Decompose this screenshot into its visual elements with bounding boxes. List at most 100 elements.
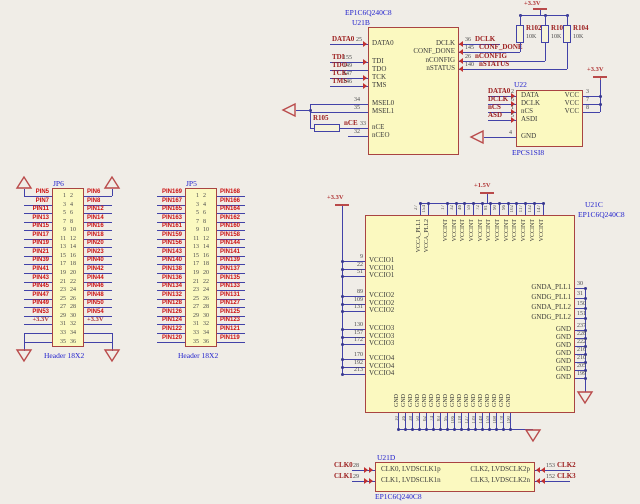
- wire: [567, 15, 568, 25]
- pin-number: 154: [422, 205, 427, 213]
- wire: [157, 213, 185, 214]
- pin-number: 81: [484, 205, 489, 210]
- header-pin-number: 31: [189, 321, 199, 327]
- pin-direction-arrow: [536, 478, 540, 484]
- header-net-label: PIN135: [220, 275, 240, 281]
- jp5-footprint-label: Header 18X2: [178, 352, 218, 360]
- header-pin-number: 35: [189, 339, 199, 345]
- u22-pin-label: DATA: [521, 92, 539, 99]
- pin-number: 106: [451, 416, 456, 424]
- junction-dot: [502, 428, 505, 431]
- wire: [217, 342, 245, 343]
- u21b-pin-label: DCLK: [403, 40, 455, 47]
- header-net-label: PIN122: [148, 326, 182, 332]
- pin-number: 210: [577, 355, 586, 361]
- pin-number: 33: [356, 121, 366, 127]
- resistor-body: [314, 124, 340, 132]
- header-pin-number: 36: [203, 339, 209, 345]
- header-net-label: PIN131: [220, 292, 240, 298]
- junction-dot: [341, 373, 344, 376]
- junction-dot: [397, 428, 400, 431]
- header-pin-number: 31: [56, 321, 66, 327]
- header-net-label: PIN159: [148, 232, 182, 238]
- u21b-pin-label: nCEO: [372, 132, 390, 139]
- header-net-label: PIN141: [220, 249, 240, 255]
- pin-direction-arrow: [363, 41, 367, 47]
- wire: [84, 247, 112, 248]
- header-pin-number: 7: [56, 219, 66, 225]
- header-net-label: PIN8: [87, 198, 100, 204]
- u21c-pin-label: VCCINT: [478, 219, 484, 241]
- header-pin-number: 4: [203, 202, 206, 208]
- wire: [24, 264, 52, 265]
- u22-pin-label: DCLK: [521, 100, 540, 107]
- pin-number: 118: [458, 416, 463, 423]
- header-net-label: PIN123: [220, 317, 240, 323]
- pin-number: 151: [577, 311, 586, 317]
- u21c-pin-label: VCCINT: [539, 219, 545, 241]
- pin-number: 190: [507, 416, 512, 424]
- u21c-pin-label: VCCA_PLL1: [416, 219, 422, 252]
- wire: [84, 213, 112, 214]
- header-pin-number: 25: [189, 296, 199, 302]
- pin-number: 157: [345, 330, 363, 336]
- u21c-pin-label: VCCIO4: [369, 355, 394, 362]
- pin-number: 8: [586, 105, 589, 111]
- pin-number: 131: [345, 304, 363, 310]
- wire: [484, 137, 516, 138]
- net-label: CLK1: [334, 473, 353, 480]
- net-label: nSTATUS: [479, 61, 509, 68]
- pin-number: 148: [479, 416, 484, 424]
- u21b-pin-label: MSEL0: [372, 100, 394, 107]
- resistor-value: 10K: [573, 34, 583, 40]
- u22-pin-label: VCC: [559, 100, 579, 107]
- u21c-pin-label: GND: [394, 394, 400, 407]
- wire: [217, 307, 245, 308]
- pin-number: 32: [450, 205, 455, 210]
- header-net-label: PIN15: [15, 223, 49, 229]
- header-pin-number: 36: [70, 339, 76, 345]
- pin-direction-arrow: [363, 59, 367, 65]
- harness-arrow: [16, 176, 32, 190]
- wire: [157, 230, 185, 231]
- header-pin-number: 11: [56, 236, 66, 242]
- header-net-label: PIN44: [87, 275, 104, 281]
- wire: [217, 273, 245, 274]
- pin-number: 237: [577, 323, 586, 329]
- wire: [545, 15, 546, 25]
- header-net-label: PIN139: [220, 257, 240, 263]
- junction-dot: [453, 428, 456, 431]
- pin-number: 46: [458, 205, 463, 210]
- pin-number: 5: [506, 113, 514, 119]
- u21c-pin-label: GND: [408, 394, 414, 407]
- u21c-pin-label: VCCIO3: [369, 340, 394, 347]
- header-net-label: PIN136: [148, 275, 182, 281]
- header-net-label: PIN167: [148, 198, 182, 204]
- net-label: DCLK: [475, 36, 495, 43]
- u21c-pin-label: VCCINT: [512, 219, 518, 241]
- pin-number: 222: [577, 339, 586, 345]
- wire: [583, 112, 600, 113]
- wire: [84, 264, 112, 265]
- net-label: CLK2: [557, 462, 576, 469]
- pin-number: 59: [467, 205, 472, 210]
- u21b-pin-label: nSTATUS: [403, 65, 455, 72]
- wire: [112, 189, 113, 196]
- schematic-canvas: EP1C6Q240C8 U21B U22 EPCS1SI8 JP6 JP5 He…: [0, 0, 640, 504]
- u21c-pin-label: GND: [464, 394, 470, 407]
- header-net-label: PIN162: [220, 215, 240, 221]
- header-net-label: PIN132: [148, 292, 182, 298]
- header-net-label: PIN120: [148, 335, 182, 341]
- wire: [24, 307, 52, 308]
- u21b-pin-label: nCONFIG: [403, 57, 455, 64]
- header-pin-number: 29: [189, 313, 199, 319]
- u21c-pin-label: GND: [506, 394, 512, 407]
- u21d-pin-label: CLK3, LVDSCLK2n: [460, 477, 530, 484]
- u21c-pin-label: GND: [523, 350, 571, 357]
- wire: [520, 15, 521, 25]
- header-pin-number: 16: [70, 253, 76, 259]
- header-pin-number: 28: [70, 304, 76, 310]
- u22-rail-label: +3.3V: [587, 67, 604, 74]
- wire: [24, 189, 25, 196]
- pin-number: 72: [476, 205, 481, 210]
